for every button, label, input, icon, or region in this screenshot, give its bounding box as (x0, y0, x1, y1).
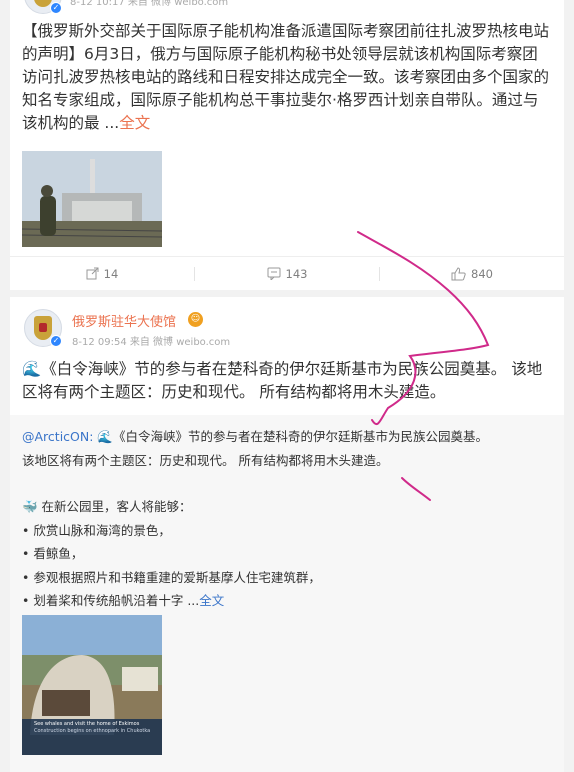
comment-count: 143 (285, 266, 308, 281)
repost-line-2: 该地区将有两个主题区：历史和现代。 所有结构都将用木头建造。 (22, 452, 389, 468)
post-actions: 14 143 840 (10, 256, 564, 290)
repost-block: @ArcticON: 🌊《白令海峡》节的参与者在楚科奇的伊尔廷斯基市为民族公园奠… (10, 415, 564, 772)
repost-image[interactable]: See whales and visit the home of Eskimos… (22, 615, 162, 755)
post-card-1: ✓ 8-12 10:17 来自 微博 weibo.com 【俄罗斯外交部关于国际… (10, 0, 564, 290)
repost-text: @ArcticON: 🌊《白令海峡》节的参与者在楚科奇的伊尔廷斯基市为民族公园奠… (22, 425, 552, 613)
post-meta: 8-12 09:54 来自 微博 weibo.com (72, 337, 231, 348)
bullet-item: • 参观根据照片和书籍重建的爱斯基摩人住宅建筑群， (22, 569, 321, 585)
like-count: 840 (471, 266, 493, 281)
full-text-link[interactable]: 全文 (199, 593, 224, 608)
post-body: 【俄罗斯外交部关于国际原子能机构准备派遣国际考察团前往扎波罗热核电站的声明】6月… (22, 22, 550, 132)
image-caption-subtitle: Construction begins on ethnopark in Chuk… (34, 728, 151, 734)
post-body: 🌊《白令海峡》节的参与者在楚科奇的伊尔廷斯基市为民族公园奠基。 该地区将有两个主… (22, 360, 543, 401)
thumbs-up-icon (451, 266, 466, 280)
repost-button[interactable]: 14 (10, 257, 194, 290)
power-plant-photo (22, 151, 162, 247)
repost-line-3: 🐳 在新公园里，客人将能够： (22, 499, 192, 514)
post-text: 【俄罗斯外交部关于国际原子能机构准备派遣国际考察团前往扎波罗热核电站的声明】6月… (22, 20, 550, 135)
like-button[interactable]: 840 (380, 257, 564, 290)
repost-line-1: 🌊《白令海峡》节的参与者在楚科奇的伊尔廷斯基市为民族公园奠基。 (93, 429, 488, 444)
repost-icon (86, 267, 99, 280)
image-caption-title: See whales and visit the home of Eskimos (34, 721, 140, 727)
post-image[interactable] (22, 151, 162, 247)
comment-icon (267, 267, 281, 280)
repost-author-link[interactable]: @ArcticON: (22, 429, 93, 444)
verified-icon: ✓ (50, 2, 62, 14)
post-meta: 8-12 10:17 来自 微博 weibo.com (70, 0, 229, 8)
bullet-item: • 划着桨和传统船帆沿着十字 ... (22, 593, 200, 608)
comment-button[interactable]: 143 (195, 257, 379, 290)
coat-of-arms-icon (34, 316, 52, 340)
full-text-link[interactable]: 全文 (119, 114, 150, 132)
member-badge-icon: ☺ (188, 312, 203, 327)
author-name[interactable]: 俄罗斯驻华大使馆 (72, 311, 176, 330)
bullet-item: • 欣赏山脉和海湾的景色， (22, 522, 171, 538)
verified-icon: ✓ (50, 335, 62, 347)
repost-count: 14 (103, 266, 119, 281)
post-card-2: ✓ 俄罗斯驻华大使馆 ☺ 8-12 09:54 来自 微博 weibo.com … (10, 297, 564, 772)
bullet-item: • 看鲸鱼， (22, 546, 84, 561)
